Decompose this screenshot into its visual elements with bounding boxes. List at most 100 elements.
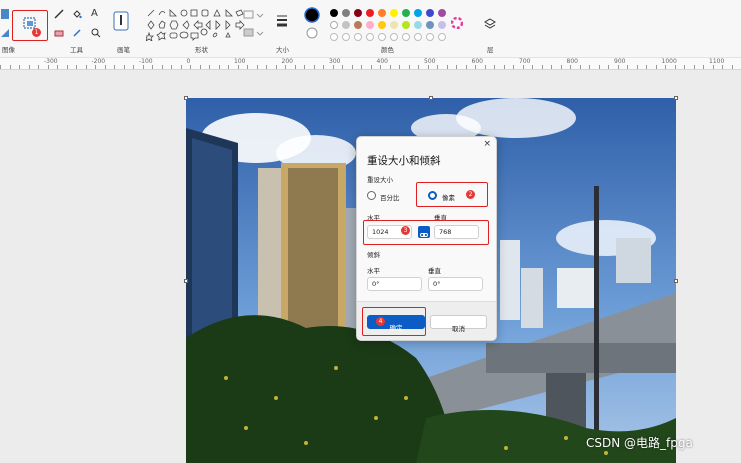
resize-handle[interactable] [674,96,678,100]
resize-handle[interactable] [184,96,188,100]
color-swatch[interactable] [426,21,434,29]
group-label-image: 图像 [2,46,15,54]
ruler-tick-mark [351,65,353,69]
ruler-tick-mark [19,65,20,69]
ruler-tick-label: 100 [234,58,246,65]
ruler-tick-mark [636,65,638,69]
empty-swatch[interactable] [426,33,434,41]
ruler-tick-mark [180,65,182,69]
color-swatch[interactable] [390,21,398,29]
ruler-tick-mark [399,65,400,69]
ruler-tick-mark [598,65,600,69]
ruler-tick-label: -300 [44,58,58,65]
edit-colors-icon[interactable] [450,16,464,33]
eraser-icon[interactable] [54,28,64,42]
empty-swatch[interactable] [330,33,338,41]
ruler-tick-mark [285,65,286,69]
color-swatch[interactable] [402,21,410,29]
ruler-tick-mark [608,65,609,69]
color-picker-icon[interactable] [72,28,82,42]
layers-icon[interactable] [484,18,496,34]
shapes-gallery-icon[interactable] [144,7,258,45]
empty-swatch[interactable] [354,33,362,41]
stroke-size-icon[interactable] [276,14,288,36]
ruler-tick-mark [76,65,77,69]
outline-icon[interactable] [243,10,265,24]
fill-bucket-icon[interactable] [72,9,82,23]
ruler-tick-mark [465,65,467,69]
color-swatch[interactable] [390,9,398,17]
magnifier-icon[interactable] [91,28,101,42]
brush-icon[interactable] [113,11,129,37]
ok-button-highlight [362,307,426,336]
color-swatch[interactable] [414,21,422,29]
group-label-layers: 层 [487,46,494,54]
percent-radio[interactable] [367,191,376,200]
ruler-tick-mark [513,65,514,69]
color-swatch[interactable] [366,9,374,17]
skew-vertical-input[interactable]: 0° [428,277,483,291]
ruler-tick-mark [323,65,324,69]
group-label-tools: 工具 [70,46,83,54]
ruler-tick-mark [370,65,372,69]
ruler-tick-label: 0 [186,58,191,65]
color-swatch[interactable] [342,9,350,17]
resize-handle[interactable] [184,279,188,283]
ruler-tick-mark [408,65,410,69]
empty-swatch[interactable] [378,33,386,41]
color-swatch[interactable] [438,21,446,29]
ruler-tick-label: 500 [424,58,436,65]
empty-swatch[interactable] [414,33,422,41]
color-swatch[interactable] [378,9,386,17]
empty-swatch[interactable] [390,33,398,41]
ruler-tick-mark [475,65,476,69]
ruler-tick-mark [142,65,144,69]
ruler-tick-mark [655,65,657,69]
color-swatch[interactable] [366,21,374,29]
pencil-icon[interactable] [54,9,64,23]
step-badge-3: 3 [401,226,410,235]
close-icon[interactable]: × [483,139,491,149]
cancel-button[interactable]: 取消 [430,315,487,333]
ruler-tick-mark [209,65,210,69]
ruler-tick-mark [484,65,486,69]
ruler-tick-mark [38,65,39,69]
skew-horizontal-input[interactable]: 0° [367,277,422,291]
ruler-tick-mark [342,65,343,69]
color-swatch[interactable] [402,9,410,17]
empty-swatch[interactable] [366,33,374,41]
step-badge-2: 2 [466,190,475,199]
primary-color[interactable] [304,7,320,27]
color-swatch[interactable] [342,21,350,29]
watermark: CSDN @电路_fpga [586,436,693,450]
select-tool-icon[interactable] [0,8,10,24]
ruler-tick-mark [389,65,391,69]
color-swatch[interactable] [354,9,362,17]
text-tool-icon[interactable]: A [91,8,98,20]
color-swatch[interactable] [330,21,338,29]
resize-handle[interactable] [429,96,433,100]
color-swatch[interactable] [426,9,434,17]
ruler-tick-mark [418,65,419,69]
empty-swatch[interactable] [438,33,446,41]
resize-handle[interactable] [674,279,678,283]
empty-swatch[interactable] [342,33,350,41]
ruler-tick-mark [684,65,685,69]
color-swatch[interactable] [354,21,362,29]
empty-swatch[interactable] [402,33,410,41]
color-swatch[interactable] [330,9,338,17]
color-swatch[interactable] [438,9,446,17]
fill-icon[interactable] [243,28,265,42]
ruler-tick-mark [579,65,581,69]
group-label-colors: 颜色 [381,46,394,54]
ruler-tick-mark [256,65,258,69]
color-swatch[interactable] [378,21,386,29]
ruler-tick-mark [427,65,429,69]
secondary-color[interactable] [306,27,318,43]
color-swatch[interactable] [414,9,422,17]
ruler-tick-mark [503,65,505,69]
ruler-tick-mark [570,65,571,69]
rotate-tool-icon[interactable] [0,28,10,42]
skew-vertical-label: 垂直 [428,267,441,275]
percent-label: 百分比 [380,194,400,202]
